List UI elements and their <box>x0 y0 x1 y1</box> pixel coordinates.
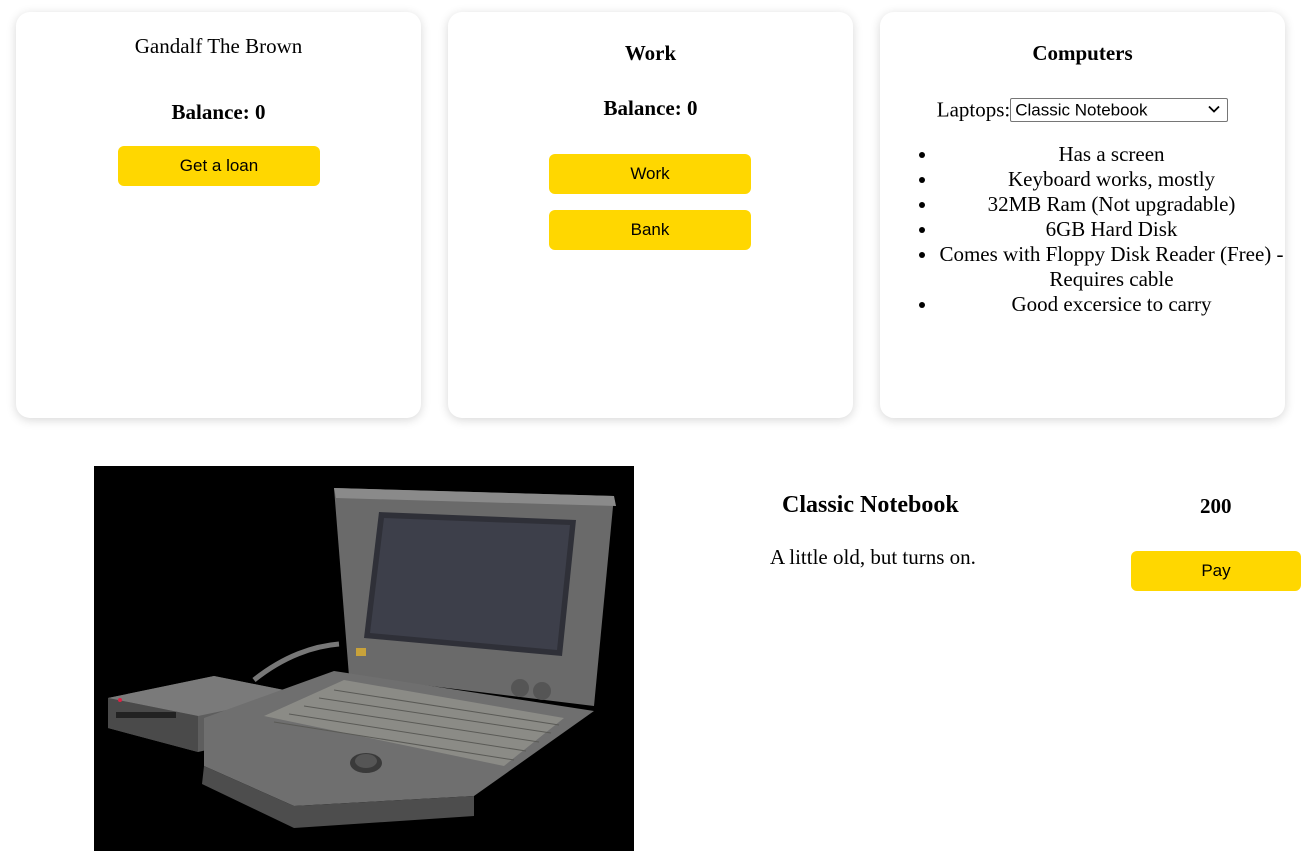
work-balance: Balance: 0 <box>603 96 698 120</box>
work-button[interactable]: Work <box>549 154 751 194</box>
laptop-illustration <box>94 466 634 851</box>
computers-title: Computers <box>1032 41 1133 65</box>
work-title: Work <box>624 41 677 65</box>
laptop-features-list: Has a screen Keyboard works, mostly 32MB… <box>880 142 1285 317</box>
feature-item: Comes with Floppy Disk Reader (Free) - R… <box>938 242 1285 292</box>
chevron-down-icon <box>1208 106 1220 113</box>
feature-item: Keyboard works, mostly <box>938 167 1285 192</box>
pay-button[interactable]: Pay <box>1131 551 1301 591</box>
laptop-select[interactable]: Classic Notebook <box>1010 98 1229 123</box>
feature-item: 6GB Hard Disk <box>938 217 1285 242</box>
laptop-price: 200 <box>1200 494 1232 518</box>
work-card: Work Balance: 0 Work Bank <box>448 12 853 418</box>
bank-button[interactable]: Bank <box>549 210 751 250</box>
laptop-name: Classic Notebook <box>782 492 959 518</box>
bank-balance: Balance: 0 <box>171 100 266 124</box>
laptop-select-value: Classic Notebook <box>1015 100 1148 120</box>
bank-card: Gandalf The Brown Balance: 0 Get a loan <box>16 12 421 418</box>
laptops-row: Laptops: Classic Notebook <box>880 96 1285 123</box>
feature-item: Good excersice to carry <box>938 292 1285 317</box>
laptop-image <box>94 466 634 851</box>
feature-item: 32MB Ram (Not upgradable) <box>938 192 1285 217</box>
computers-card: Computers Laptops:Classic Notebook Has a… <box>880 12 1285 418</box>
laptops-label: Laptops: <box>936 97 1011 122</box>
get-loan-button[interactable]: Get a loan <box>118 146 320 186</box>
feature-item: Has a screen <box>938 142 1285 167</box>
laptop-description: A little old, but turns on. <box>770 545 976 569</box>
customer-name: Gandalf The Brown <box>134 34 303 58</box>
